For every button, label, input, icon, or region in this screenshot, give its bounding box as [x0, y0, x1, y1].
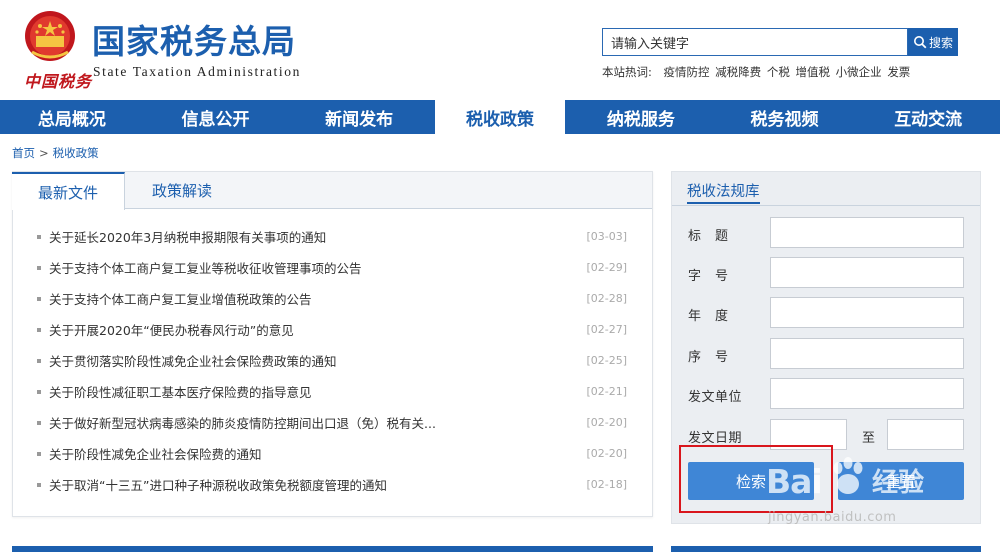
bullet-icon	[37, 265, 41, 270]
year-field[interactable]	[770, 297, 964, 328]
document-title[interactable]: 关于延长2020年3月纳税申报期限有关事项的通知	[49, 227, 578, 246]
document-list: 关于延长2020年3月纳税申报期限有关事项的通知 [03-03] 关于支持个体工商…	[13, 209, 652, 500]
list-item[interactable]: 关于做好新型冠状病毒感染的肺炎疫情防控期间出口退（免）税有关... [02-20]	[37, 407, 627, 438]
bullet-icon	[37, 451, 41, 456]
search-button-label: 搜索	[928, 35, 953, 50]
doc-number-field[interactable]	[770, 257, 964, 288]
breadcrumb: 首页 > 税收政策	[12, 145, 99, 161]
panel-header: 税收法规库	[672, 172, 980, 206]
document-date: [02-25]	[586, 354, 627, 367]
tax-regulation-search-panel: 税收法规库 标 题 字 号 年 度 序 号 发文单位 发文日期 至 检索 重置	[671, 171, 981, 524]
search-regulations-button[interactable]: 检索	[688, 462, 814, 500]
site-subtitle: State Taxation Administration	[93, 64, 301, 79]
title-field-label: 标 题	[688, 229, 729, 244]
issue-date-to-field[interactable]	[887, 419, 964, 450]
document-title[interactable]: 关于阶段性减征职工基本医疗保险费的指导意见	[49, 382, 578, 401]
nav-item-interaction[interactable]: 互动交流	[856, 100, 1000, 134]
site-title[interactable]: 国家税务总局	[92, 22, 296, 62]
document-date: [02-21]	[586, 385, 627, 398]
bullet-icon	[37, 327, 41, 332]
year-field-label: 年 度	[688, 309, 729, 324]
search-button[interactable]: 搜索	[908, 28, 958, 56]
nav-item-news[interactable]: 新闻发布	[287, 100, 431, 134]
hot-word-link[interactable]: 减税降费	[715, 65, 761, 79]
issuing-unit-field-label: 发文单位	[688, 390, 743, 405]
bullet-icon	[37, 389, 41, 394]
document-title[interactable]: 关于做好新型冠状病毒感染的肺炎疫情防控期间出口退（免）税有关...	[49, 413, 578, 432]
hot-word-link[interactable]: 疫情防控	[664, 65, 710, 79]
reset-button[interactable]: 重置	[838, 462, 964, 500]
list-item[interactable]: 关于支持个体工商户复工复业增值税政策的公告 [02-28]	[37, 283, 627, 314]
main-nav: 总局概况 信息公开 新闻发布 税收政策 纳税服务 税务视频 互动交流	[0, 100, 1000, 134]
national-emblem-icon	[22, 8, 78, 64]
hot-word-link[interactable]: 小微企业	[836, 65, 882, 79]
list-item[interactable]: 关于阶段性减免企业社会保险费的通知 [02-20]	[37, 438, 627, 469]
document-title[interactable]: 关于支持个体工商户复工复业增值税政策的公告	[49, 289, 578, 308]
latest-documents-panel: 最新文件 政策解读 关于延长2020年3月纳税申报期限有关事项的通知 [03-03…	[12, 171, 653, 517]
date-range-to-label: 至	[862, 431, 876, 446]
document-title[interactable]: 关于贯彻落实阶段性减免企业社会保险费政策的通知	[49, 351, 578, 370]
breadcrumb-home[interactable]: 首页	[12, 146, 35, 160]
nav-item-tax-video[interactable]: 税务视频	[713, 100, 857, 134]
bottom-panel-edge	[12, 546, 653, 552]
bullet-icon	[37, 234, 41, 239]
nav-item-info-disclosure[interactable]: 信息公开	[144, 100, 288, 134]
document-date: [02-20]	[586, 416, 627, 429]
tab-policy-interpretation[interactable]: 政策解读	[125, 172, 239, 209]
document-title[interactable]: 关于取消“十三五”进口种子种源税收政策免税额度管理的通知	[49, 475, 578, 494]
title-field[interactable]	[770, 217, 964, 248]
document-date: [02-29]	[586, 261, 627, 274]
breadcrumb-current[interactable]: 税收政策	[53, 146, 99, 160]
search-input[interactable]	[602, 28, 908, 56]
tab-latest-documents[interactable]: 最新文件	[12, 172, 125, 210]
list-item[interactable]: 关于取消“十三五”进口种子种源税收政策免税额度管理的通知 [02-18]	[37, 469, 627, 500]
panel-title: 税收法规库	[687, 182, 760, 204]
issuing-unit-field[interactable]	[770, 378, 964, 409]
seal-logo-text: 中国税务	[24, 72, 93, 91]
nav-item-overview[interactable]: 总局概况	[0, 100, 144, 134]
search-icon	[913, 36, 927, 49]
document-date: [03-03]	[586, 230, 627, 243]
serial-number-field-label: 序 号	[688, 350, 729, 365]
bullet-icon	[37, 420, 41, 425]
document-title[interactable]: 关于阶段性减免企业社会保险费的通知	[49, 444, 578, 463]
list-item[interactable]: 关于支持个体工商户复工复业等税收征收管理事项的公告 [02-29]	[37, 252, 627, 283]
document-date: [02-27]	[586, 323, 627, 336]
bullet-icon	[37, 482, 41, 487]
bullet-icon	[37, 296, 41, 301]
nav-item-taxpayer-service[interactable]: 纳税服务	[569, 100, 713, 134]
issue-date-from-field[interactable]	[770, 419, 847, 450]
bullet-icon	[37, 358, 41, 363]
hot-word-link[interactable]: 个税	[767, 65, 790, 79]
nav-item-tax-policy[interactable]: 税收政策	[435, 100, 566, 134]
list-item[interactable]: 关于开展2020年“便民办税春风行动”的意见 [02-27]	[37, 314, 627, 345]
hot-words-label: 本站热词:	[602, 65, 652, 79]
list-item[interactable]: 关于延长2020年3月纳税申报期限有关事项的通知 [03-03]	[37, 221, 627, 252]
list-item[interactable]: 关于阶段性减征职工基本医疗保险费的指导意见 [02-21]	[37, 376, 627, 407]
panel-tabs: 最新文件 政策解读	[12, 172, 652, 210]
document-title[interactable]: 关于支持个体工商户复工复业等税收征收管理事项的公告	[49, 258, 578, 277]
bottom-panel-edge	[671, 546, 981, 552]
hot-words: 本站热词: 疫情防控 减税降费 个税 增值税 小微企业 发票	[602, 64, 912, 80]
issue-date-label: 发文日期	[688, 431, 743, 446]
document-title[interactable]: 关于开展2020年“便民办税春风行动”的意见	[49, 320, 578, 339]
document-date: [02-28]	[586, 292, 627, 305]
breadcrumb-separator: >	[39, 146, 49, 160]
document-date: [02-20]	[586, 447, 627, 460]
list-item[interactable]: 关于贯彻落实阶段性减免企业社会保险费政策的通知 [02-25]	[37, 345, 627, 376]
hot-word-link[interactable]: 增值税	[796, 65, 831, 79]
serial-number-field[interactable]	[770, 338, 964, 369]
site-header: 中国税务 国家税务总局 State Taxation Administratio…	[0, 0, 1000, 100]
document-date: [02-18]	[586, 478, 627, 491]
doc-number-field-label: 字 号	[688, 269, 729, 284]
hot-word-link[interactable]: 发票	[887, 65, 910, 79]
